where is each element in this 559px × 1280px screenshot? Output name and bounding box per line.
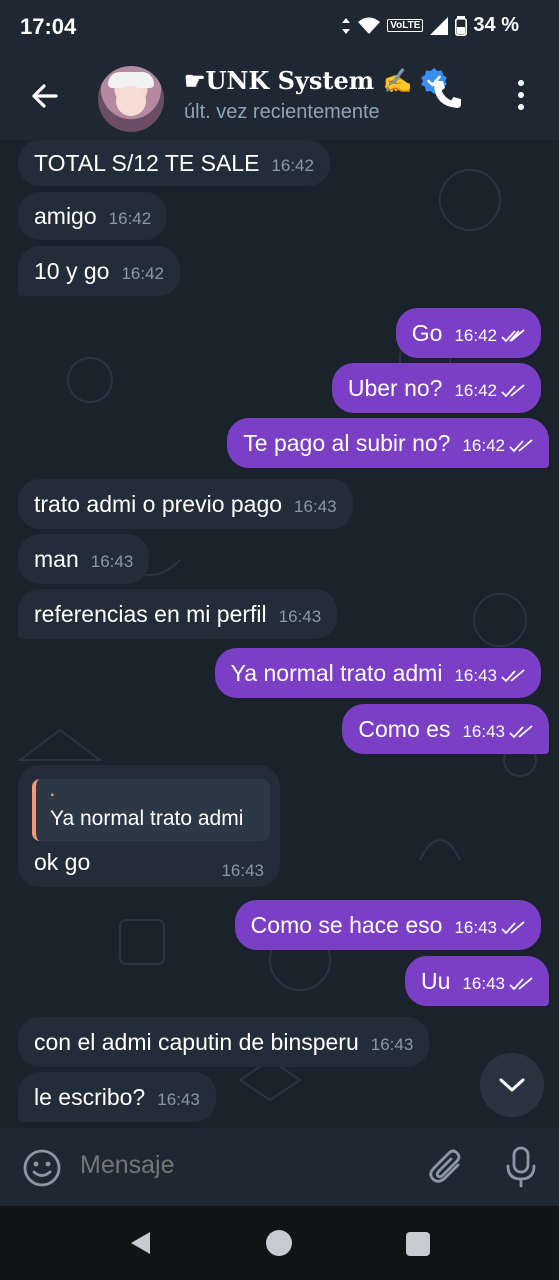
back-arrow-icon[interactable] — [26, 78, 62, 114]
message-incoming[interactable]: referencias en mi perfil 16:43 — [18, 589, 338, 639]
chat-title: ☛UNK System ✍ — [184, 66, 413, 95]
message-outgoing[interactable]: Uber no? 16:42 — [331, 363, 541, 413]
nav-recents-icon[interactable] — [406, 1232, 430, 1256]
battery-icon — [455, 15, 468, 36]
message-outgoing[interactable]: Te pago al subir no? 16:42 — [227, 418, 549, 468]
message-outgoing[interactable]: Como se hace eso 16:43 — [234, 900, 541, 950]
chat-header: ☛UNK System ✍ últ. vez recientemente — [0, 56, 559, 140]
message-input[interactable] — [78, 1150, 402, 1181]
emoji-icon[interactable] — [22, 1148, 62, 1188]
message-incoming[interactable]: 10 y go 16:42 — [18, 246, 180, 296]
system-nav-bar — [0, 1206, 559, 1280]
message-outgoing[interactable]: Ya normal trato admi 16:43 — [214, 648, 541, 698]
message-time: 16:43 — [221, 861, 264, 880]
double-check-icon — [509, 725, 533, 739]
message-outgoing[interactable]: Go 16:42 — [395, 308, 541, 358]
battery-percent: 34 % — [473, 14, 519, 36]
double-check-icon — [501, 921, 525, 935]
wifi-icon — [358, 17, 381, 34]
message-incoming[interactable]: con el admi caputin de binsperu 16:43 — [18, 1017, 430, 1067]
last-seen-status: últ. vez recientemente — [184, 101, 380, 123]
scroll-to-bottom-button[interactable] — [480, 1053, 544, 1117]
phone-icon[interactable] — [430, 78, 464, 112]
message-list[interactable]: TOTAL S/12 TE SALE 16:42 amigo 16:42 10 … — [0, 140, 559, 1128]
more-vert-icon[interactable] — [508, 78, 534, 112]
nav-home-icon[interactable] — [266, 1230, 292, 1256]
avatar[interactable] — [98, 66, 164, 132]
volte-badge: VoLTE — [387, 19, 424, 32]
quoted-text: Ya normal trato admi — [50, 807, 244, 830]
data-arrows-icon — [342, 17, 351, 34]
double-check-icon — [509, 439, 533, 453]
message-text: ok go — [34, 849, 91, 875]
message-incoming[interactable]: man 16:43 — [18, 534, 150, 584]
quoted-sender: . — [50, 783, 55, 800]
message-outgoing[interactable]: Uu 16:43 — [405, 956, 549, 1006]
status-bar: 17:04 VoLTE 34 % — [0, 0, 559, 56]
message-incoming[interactable]: le escribo? 16:43 — [18, 1072, 216, 1122]
status-icons: VoLTE 34 % — [341, 14, 519, 37]
chat-title-area[interactable]: ☛UNK System ✍ últ. vez recientemente — [184, 66, 448, 124]
chevron-down-icon — [499, 1078, 525, 1092]
message-incoming[interactable]: amigo 16:42 — [18, 192, 168, 240]
quoted-message[interactable]: . Ya normal trato admi — [32, 779, 270, 841]
signal-icon — [430, 16, 449, 35]
status-time: 17:04 — [20, 14, 77, 39]
microphone-icon[interactable] — [504, 1146, 538, 1188]
nav-back-icon[interactable] — [128, 1230, 154, 1256]
message-incoming[interactable]: trato admi o previo pago 16:43 — [18, 479, 353, 529]
double-check-icon — [509, 977, 533, 991]
double-check-icon — [501, 669, 525, 683]
double-check-icon — [501, 329, 525, 343]
message-incoming-reply[interactable]: . Ya normal trato admi ok go 16:43 — [18, 765, 280, 887]
message-composer — [0, 1128, 559, 1206]
message-incoming[interactable]: TOTAL S/12 TE SALE 16:42 — [18, 140, 330, 186]
paperclip-icon[interactable] — [428, 1148, 466, 1186]
double-check-icon — [501, 384, 525, 398]
message-outgoing[interactable]: Como es 16:43 — [342, 704, 549, 754]
